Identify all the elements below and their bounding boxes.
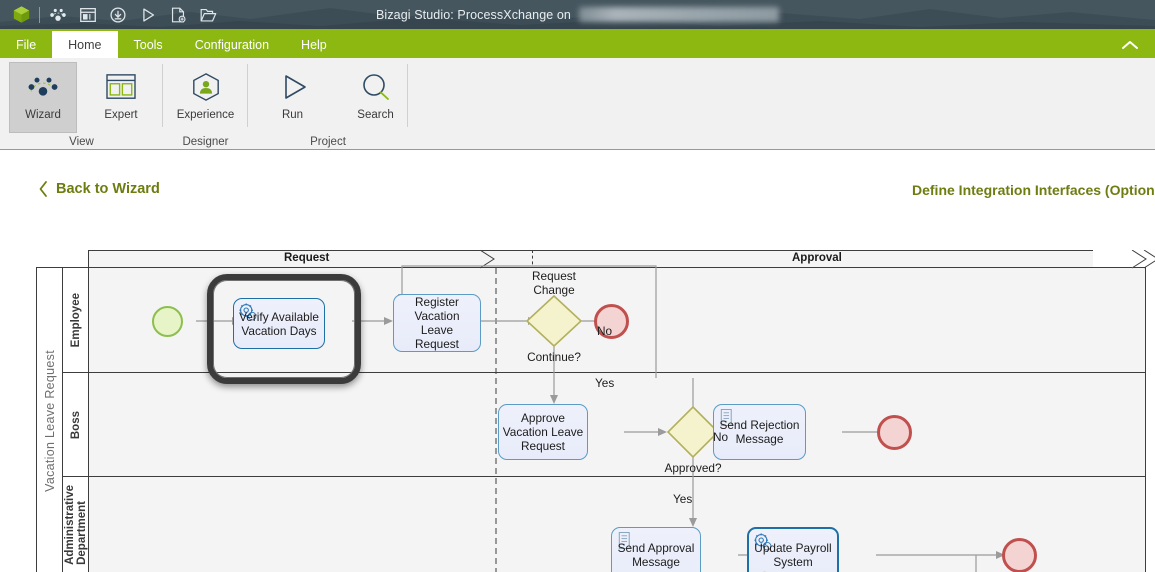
task-approve-vacation-leave-request[interactable]: Approve Vacation Leave Request (498, 404, 588, 460)
gateway-approved-label: Approved? (664, 461, 722, 475)
gateway-continue-top-label: Request Change (532, 269, 576, 297)
ribbon-group-project: Run Search Project (248, 58, 408, 149)
run-button[interactable]: Run (260, 62, 325, 133)
phase-label-request: Request (284, 252, 330, 264)
task-approve-label: Approve Vacation Leave Request (502, 411, 584, 453)
play-triangle-icon (276, 69, 310, 105)
ribbon: Wizard Expert View Experience Designer R… (0, 58, 1155, 150)
page-title: Define Integration Interfaces (Option (912, 182, 1155, 198)
tab-file[interactable]: File (0, 31, 52, 58)
end-event-completed[interactable] (1002, 538, 1037, 572)
title-bar: Bizagi Studio: ProcessXchange on (0, 0, 1155, 29)
bizagi-logo-icon (6, 0, 36, 29)
search-magnifier-icon (360, 69, 392, 105)
open-folder-icon[interactable] (193, 0, 223, 29)
ribbon-group-designer-title: Designer (182, 136, 229, 148)
flow-label-no-1: No (713, 430, 729, 444)
task-register-label: Register Vacation Leave Request (414, 295, 460, 351)
chevron-up-icon[interactable] (1117, 31, 1143, 58)
task-send-approval-label: Send Approval Message (617, 541, 695, 569)
task-verify-label: Verify Available Vacation Days (239, 309, 319, 338)
window-layout-icon[interactable] (73, 0, 103, 29)
end-event-rejected[interactable] (877, 415, 912, 450)
new-document-icon[interactable] (163, 0, 193, 29)
back-to-wizard-label: Back to Wizard (56, 181, 160, 197)
lane-label-employee-text: Employee (70, 293, 82, 348)
start-event[interactable] (152, 306, 183, 337)
lane-label-administrative-department: Administrative Department (62, 476, 90, 572)
expert-panels-icon (105, 69, 137, 105)
ribbon-tab-bar: File Home Tools Configuration Help (0, 31, 1155, 58)
search-button[interactable]: Search (343, 62, 408, 133)
chevron-left-icon (39, 181, 47, 197)
run-button-label: Run (281, 109, 304, 121)
ribbon-group-divider (407, 64, 408, 127)
wizard-dots-icon[interactable] (43, 0, 73, 29)
back-to-wizard-link[interactable]: Back to Wizard (38, 180, 160, 198)
end-event-no-label: No (597, 324, 613, 338)
phase-label-approval: Approval (792, 252, 842, 264)
expert-button-label: Expert (104, 109, 138, 121)
bpmn-diagram: Vacation Leave Request Employee Boss Adm… (36, 250, 1155, 572)
experience-button-label: Experience (176, 109, 235, 121)
ribbon-group-designer: Experience Designer (163, 58, 248, 149)
quick-access-toolbar (6, 0, 223, 29)
process-diagram-canvas[interactable]: Vacation Leave Request Employee Boss Adm… (0, 236, 1155, 572)
ribbon-tabs: File Home Tools Configuration Help (0, 31, 1155, 58)
search-button-label: Search (357, 109, 394, 121)
pool-label-text: Vacation Leave Request (43, 349, 57, 492)
lane-label-admin-line1: Administrative (63, 485, 76, 565)
task-update-payroll-system[interactable]: Update Payroll System (747, 527, 839, 572)
lane-label-boss: Boss (62, 372, 90, 478)
expert-button[interactable]: Expert (87, 62, 155, 133)
lane-body-boss (88, 372, 1146, 478)
bizagi-studio-window: Bizagi Studio: ProcessXchange on File Ho… (0, 0, 1155, 572)
lane-label-employee: Employee (62, 267, 90, 374)
task-send-approval-message[interactable]: Send Approval Message (611, 527, 701, 572)
task-verify-available-vacation-days[interactable]: Verify Available Vacation Days (233, 298, 325, 349)
experience-person-icon (190, 69, 222, 105)
flow-label-yes-1: Yes (595, 376, 615, 390)
task-update-payroll-label: Update Payroll System (754, 541, 832, 569)
wizard-dots-icon (25, 69, 61, 105)
ribbon-group-view-title: View (69, 136, 94, 148)
download-circle-icon[interactable] (103, 0, 133, 29)
wizard-button-label: Wizard (25, 109, 61, 121)
tab-help[interactable]: Help (285, 31, 343, 58)
tab-tools[interactable]: Tools (118, 31, 179, 58)
pool-vacation-leave-request: Vacation Leave Request Employee Boss Adm… (36, 250, 1146, 572)
gateway-continue-label: Continue? (527, 350, 581, 364)
wizard-button[interactable]: Wizard (9, 62, 77, 133)
tab-home[interactable]: Home (52, 31, 118, 58)
toolbar-separator (39, 6, 40, 23)
task-register-vacation-leave-request[interactable]: Register Vacation Leave Request (393, 294, 481, 352)
tab-configuration[interactable]: Configuration (179, 31, 285, 58)
experience-button[interactable]: Experience (172, 62, 240, 133)
flow-label-yes-2: Yes (673, 492, 693, 506)
ribbon-group-project-title: Project (310, 136, 346, 148)
lane-label-admin-line2: Department (76, 501, 88, 565)
ribbon-group-view: Wizard Expert View (0, 58, 163, 149)
pool-label: Vacation Leave Request (36, 267, 63, 572)
lane-label-boss-text: Boss (70, 410, 82, 440)
run-play-icon[interactable] (133, 0, 163, 29)
